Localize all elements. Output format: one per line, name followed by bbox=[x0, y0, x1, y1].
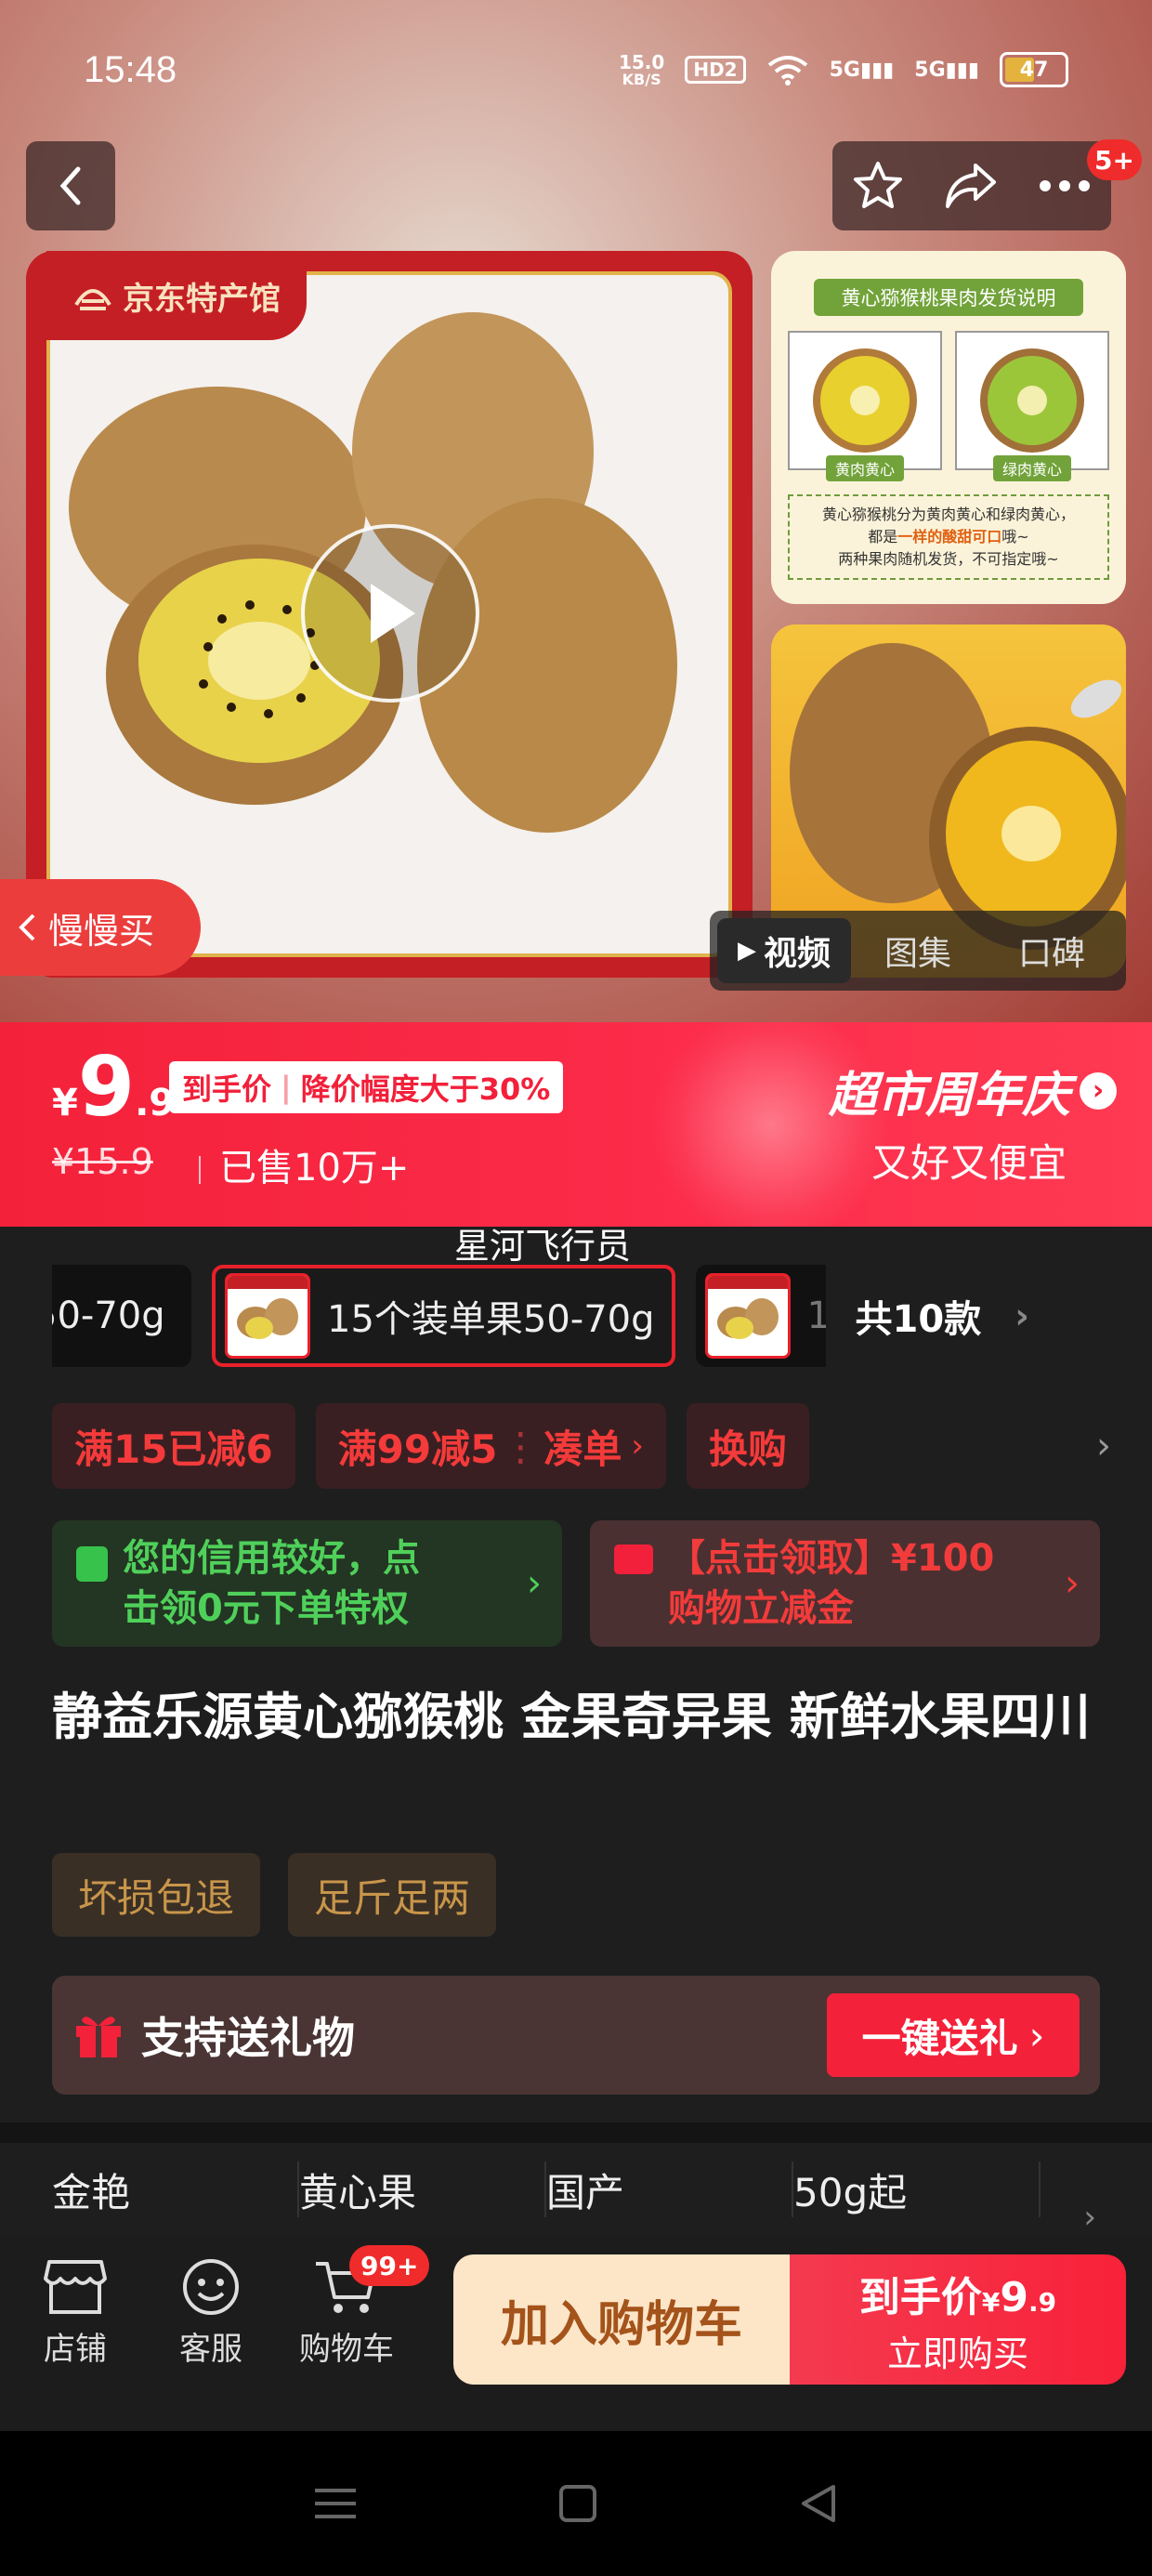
variant-option[interactable]: 50-70g bbox=[52, 1265, 191, 1367]
brand-tag: 京东特产馆 bbox=[46, 251, 307, 340]
spec-weight: 50g起 bbox=[793, 2162, 1041, 2217]
chevron-right-icon: › bbox=[1028, 2012, 1045, 2058]
kiwi-thumbnail-icon bbox=[228, 1276, 308, 1339]
price-tag: 到手价 | 降价幅度大于30% bbox=[169, 1061, 564, 1113]
tag-full-weight[interactable]: 足斤足两 bbox=[288, 1853, 497, 1937]
floating-username: 星河飞行员 bbox=[453, 1226, 631, 1267]
kiwi-yellow-icon bbox=[813, 348, 917, 453]
jd-specialty-logo-icon bbox=[74, 289, 111, 310]
chevron-right-icon: › bbox=[1065, 1562, 1080, 1605]
play-video-button[interactable] bbox=[301, 524, 479, 703]
smiley-chat-icon bbox=[183, 2259, 239, 2315]
yellow-flesh-sample: 黄肉黄心 bbox=[788, 331, 942, 481]
spec-type: 黄心果 bbox=[299, 2162, 546, 2217]
store-icon bbox=[44, 2260, 107, 2314]
gift-label: 支持送礼物 bbox=[141, 2013, 355, 2063]
signal-5g-icon-2: 5G▮▮▮ bbox=[914, 58, 979, 82]
hd-icon: HD2 bbox=[685, 56, 746, 84]
status-icons: 15.0 KB/S HD2 5G▮▮▮ 5G▮▮▮ 47 bbox=[619, 52, 1068, 87]
green-flesh-sample: 绿肉黄心 bbox=[955, 331, 1109, 481]
spec-row[interactable]: 金艳 黄心果 国产 50g起 › bbox=[0, 2143, 1152, 2236]
net-speed: 15.0 KB/S bbox=[618, 51, 665, 88]
cart-badge: 99+ bbox=[349, 2245, 430, 2286]
current-price: ¥ 9 .9 bbox=[52, 1039, 176, 1135]
gallery-thumbnail-info[interactable]: 黄心猕猴桃果肉发货说明 黄肉黄心 绿肉黄心 黄心猕猴桃分为黄肉黄心和绿肉黄心， … bbox=[771, 251, 1126, 604]
promo-subtitle: 又好又便宜 bbox=[871, 1140, 1067, 1186]
coupon-exchange[interactable]: 换购 bbox=[686, 1403, 809, 1489]
product-title: 静益乐源黄心猕猴桃 金果奇异果 新鲜水果四川 bbox=[52, 1688, 1091, 1746]
shopping-bag-icon bbox=[76, 1546, 108, 1582]
battery-icon: 47 bbox=[1000, 52, 1068, 87]
promo-link[interactable]: 超市周年庆 › bbox=[829, 1056, 1117, 1125]
tab-video[interactable]: ▶ 视频 bbox=[717, 918, 851, 983]
status-time: 15:48 bbox=[84, 48, 177, 90]
variant-thumbnail bbox=[225, 1273, 310, 1359]
share-icon[interactable] bbox=[942, 160, 1000, 212]
coupon-discount-15[interactable]: 满15已减6 bbox=[52, 1403, 295, 1489]
card-icon bbox=[614, 1544, 653, 1574]
coupon-discount-99[interactable]: 满99减5 ⋮ 凑单 › bbox=[315, 1403, 666, 1489]
star-favorite-icon[interactable] bbox=[850, 158, 906, 214]
shop-button[interactable]: 店铺 bbox=[7, 2256, 143, 2369]
tab-images[interactable]: 图集 bbox=[851, 918, 985, 983]
menu-icon[interactable] bbox=[313, 2483, 358, 2524]
chevron-right-icon: › bbox=[1015, 1295, 1029, 1336]
more-icon[interactable] bbox=[1036, 177, 1093, 195]
message-badge: 5+ bbox=[1087, 139, 1142, 180]
price-banner: ¥ 9 .9 到手价 | 降价幅度大于30% ¥15.9 已售10万+ 超市周年庆 … bbox=[0, 1022, 1152, 1227]
media-tabs: ▶ 视频 图集 口碑 bbox=[710, 911, 1126, 991]
send-gift-button[interactable]: 一键送礼 › bbox=[827, 1993, 1080, 2077]
system-nav-bar bbox=[0, 2431, 1152, 2576]
back-button[interactable] bbox=[26, 141, 115, 230]
variant-thumbnail bbox=[704, 1273, 791, 1359]
gift-icon bbox=[76, 2017, 121, 2057]
back-triangle-icon[interactable] bbox=[798, 2483, 839, 2524]
chevron-left-icon bbox=[59, 166, 81, 205]
variant-selector: 50-70g 15个装单果50-70g 1 共10款 › bbox=[52, 1264, 1111, 1368]
signal-5g-icon: 5G▮▮▮ bbox=[829, 58, 895, 82]
chevron-right-icon: › bbox=[1080, 1071, 1117, 1110]
voucher-card[interactable]: 【点击领取】¥100 购物立减金 › bbox=[590, 1520, 1100, 1647]
coupon-row: 满15已减6 满99减5 ⋮ 凑单 › 换购 › bbox=[52, 1403, 1111, 1489]
credit-privilege-card[interactable]: 您的信用较好，点 击领0元下单特权 › bbox=[52, 1520, 562, 1647]
spec-variety: 金艳 bbox=[52, 2162, 299, 2217]
variant-total[interactable]: 共10款 › bbox=[856, 1289, 1029, 1343]
section-divider bbox=[0, 2123, 1152, 2143]
kiwi-green-icon bbox=[980, 348, 1084, 453]
play-icon bbox=[371, 584, 415, 643]
info-title: 黄心猕猴桃果肉发货说明 bbox=[814, 279, 1083, 316]
chevron-left-icon bbox=[19, 913, 35, 941]
wifi-icon bbox=[767, 56, 807, 85]
spec-origin: 国产 bbox=[546, 2162, 793, 2217]
buy-now-button[interactable]: 到手价¥9.9 立即购买 bbox=[790, 2254, 1126, 2385]
sold-count: 已售10万+ bbox=[199, 1137, 409, 1191]
status-bar: 15:48 15.0 KB/S HD2 5G▮▮▮ 5G▮▮▮ 47 bbox=[84, 37, 1068, 102]
home-icon[interactable] bbox=[557, 2483, 598, 2524]
tag-damage-refund[interactable]: 坏损包退 bbox=[52, 1853, 261, 1937]
main-product-image[interactable]: 京东特产馆 bbox=[26, 251, 753, 978]
benefit-cards: 您的信用较好，点 击领0元下单特权 › 【点击领取】¥100 购物立减金 › bbox=[52, 1520, 1100, 1647]
chevron-right-icon[interactable]: › bbox=[1096, 1425, 1111, 1467]
chevron-right-icon: › bbox=[1083, 2199, 1096, 2236]
gift-row: 支持送礼物 一键送礼 › bbox=[52, 1976, 1100, 2095]
product-gallery[interactable]: 15:48 15.0 KB/S HD2 5G▮▮▮ 5G▮▮▮ 47 5+ 京东… bbox=[0, 0, 1152, 1022]
chevron-right-icon: › bbox=[527, 1562, 542, 1605]
tab-reviews[interactable]: 口碑 bbox=[985, 918, 1119, 983]
service-tags: 坏损包退 足斤足两 bbox=[52, 1853, 497, 1937]
variant-option-selected[interactable]: 15个装单果50-70g bbox=[212, 1265, 675, 1367]
variant-option[interactable]: 1 bbox=[695, 1265, 826, 1367]
kiwi-thumbnail-icon bbox=[707, 1276, 788, 1339]
slow-buy-button[interactable]: 慢慢买 bbox=[0, 879, 201, 976]
info-note: 黄心猕猴桃分为黄肉黄心和绿肉黄心， 都是一样的酸甜可口哦~ 两种果肉随机发货，不… bbox=[788, 494, 1109, 580]
cart-button[interactable]: 购物车 99+ bbox=[279, 2245, 430, 2369]
original-price: ¥15.9 bbox=[52, 1141, 153, 1182]
header-actions bbox=[832, 141, 1111, 230]
customer-service-button[interactable]: 客服 bbox=[143, 2256, 279, 2369]
add-to-cart-button[interactable]: 加入购物车 bbox=[453, 2254, 790, 2385]
